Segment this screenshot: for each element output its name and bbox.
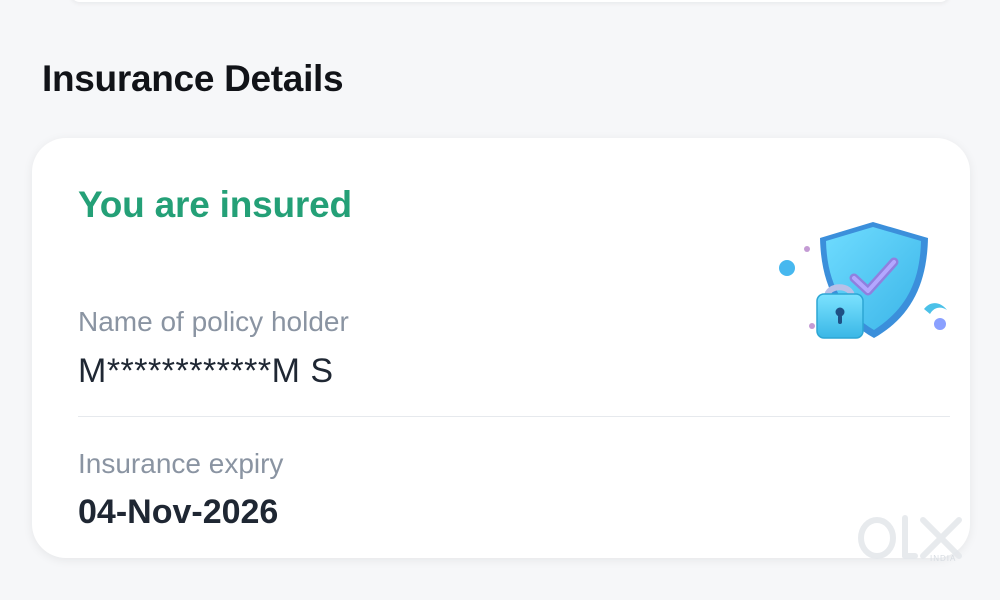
card-divider: [78, 416, 950, 417]
olx-logo-subtext: INDIA: [930, 554, 957, 563]
policy-holder-label: Name of policy holder: [78, 306, 349, 337]
insurance-expiry-value: 04-Nov-2026: [78, 493, 279, 531]
insurance-shield-lock-icon: [779, 222, 947, 339]
insurance-card: You are insured Name of policy holder M*: [32, 138, 970, 558]
page-title: Insurance Details: [42, 58, 344, 99]
policy-holder-value: M************M S: [78, 352, 334, 390]
insurance-status: You are insured: [78, 184, 352, 225]
insurance-expiry-label: Insurance expiry: [78, 448, 284, 479]
previous-card-edge: [70, 0, 950, 2]
